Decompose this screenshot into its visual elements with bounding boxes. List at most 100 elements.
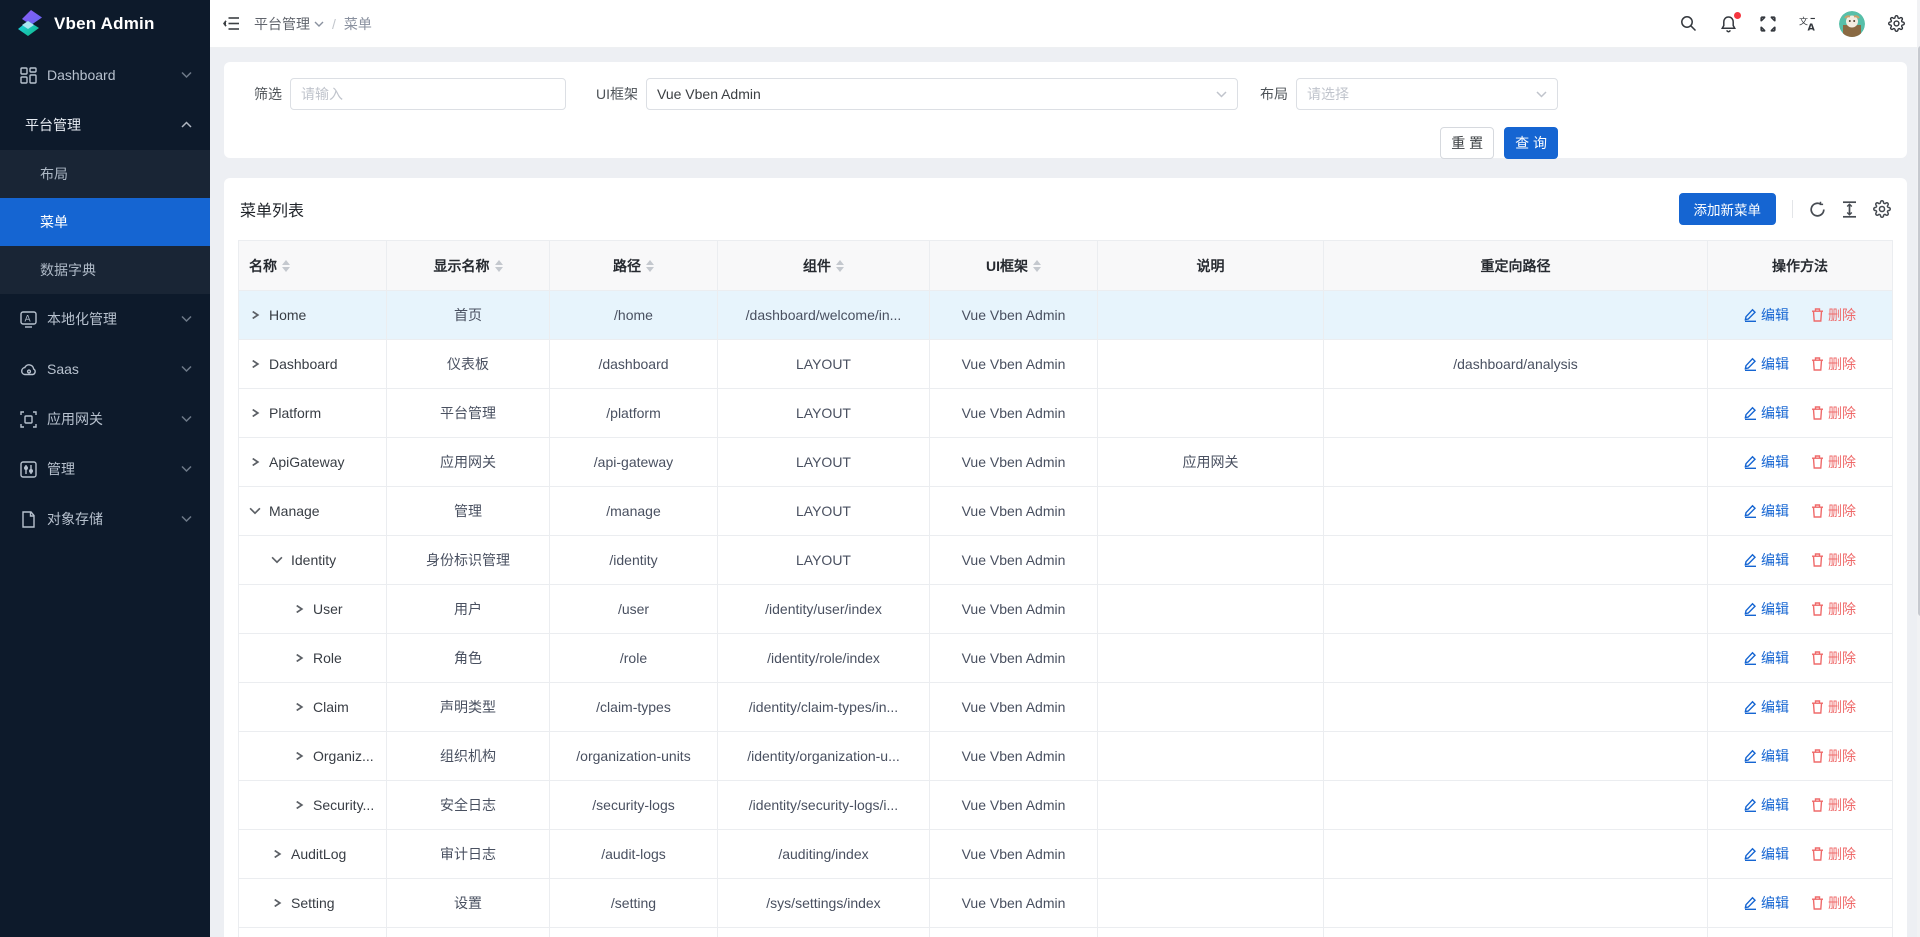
ui-framework-select[interactable]: Vue Vben Admin [646, 78, 1238, 110]
delete-button[interactable]: 删除 [1811, 403, 1856, 423]
delete-button[interactable]: 删除 [1811, 697, 1856, 717]
sidebar-item-gateway[interactable]: 应用网关 [0, 394, 210, 444]
table-row[interactable]: Role角色/role/identity/role/indexVue Vben … [239, 634, 1893, 683]
add-menu-button[interactable]: 添加新菜单 [1679, 193, 1777, 225]
query-button[interactable]: 查 询 [1504, 127, 1558, 159]
table-cell [550, 928, 718, 937]
trash-icon [1811, 406, 1824, 420]
delete-button[interactable]: 删除 [1811, 795, 1856, 815]
edit-button[interactable]: 编辑 [1744, 599, 1789, 619]
logo[interactable]: Vben Admin [0, 0, 210, 48]
expand-caret-icon[interactable] [293, 801, 305, 809]
column-header[interactable]: 名称 [239, 241, 387, 291]
fullscreen-icon[interactable] [1759, 15, 1777, 33]
expand-caret-icon[interactable] [249, 458, 261, 466]
filter-input[interactable] [290, 78, 566, 110]
bell-icon[interactable] [1719, 15, 1737, 33]
edit-button[interactable]: 编辑 [1744, 746, 1789, 766]
sidebar-item-dashboard[interactable]: Dashboard [0, 50, 210, 100]
table-row[interactable]: Setting设置/setting/sys/settings/indexVue … [239, 879, 1893, 928]
edit-button[interactable]: 编辑 [1744, 403, 1789, 423]
expand-caret-icon[interactable] [293, 752, 305, 760]
collapse-caret-icon[interactable] [271, 556, 283, 564]
layout-select[interactable]: 请选择 [1296, 78, 1558, 110]
expand-caret-icon[interactable] [271, 899, 283, 907]
column-header[interactable]: 显示名称 [387, 241, 550, 291]
sidebar-item-platform[interactable]: 平台管理 [0, 100, 210, 150]
edit-button[interactable]: 编辑 [1744, 501, 1789, 521]
edit-button[interactable]: 编辑 [1744, 354, 1789, 374]
table-row[interactable]: ApiGateway应用网关/api-gatewayLAYOUTVue Vben… [239, 438, 1893, 487]
table-cell: Vue Vben Admin [930, 487, 1098, 536]
sidebar-item-manage[interactable]: 管理 [0, 444, 210, 494]
delete-button[interactable]: 删除 [1811, 501, 1856, 521]
expand-caret-icon[interactable] [293, 654, 305, 662]
expand-caret-icon[interactable] [271, 850, 283, 858]
delete-button[interactable]: 删除 [1811, 452, 1856, 472]
sort-icon[interactable] [495, 260, 503, 272]
row-name: ApiGateway [269, 454, 344, 470]
delete-button[interactable]: 删除 [1811, 354, 1856, 374]
sort-icon[interactable] [1033, 260, 1041, 272]
sidebar-item-saas[interactable]: Saas [0, 344, 210, 394]
table-row[interactable]: Dashboard仪表板/dashboardLAYOUTVue Vben Adm… [239, 340, 1893, 389]
expand-caret-icon[interactable] [293, 703, 305, 711]
table-cell: /organization-units [550, 732, 718, 781]
avatar[interactable] [1839, 11, 1865, 37]
delete-button[interactable]: 删除 [1811, 893, 1856, 913]
table-row[interactable]: AuditLog审计日志/audit-logs/auditing/indexVu… [239, 830, 1893, 879]
delete-button[interactable]: 删除 [1811, 648, 1856, 668]
sidebar-subitem-layout[interactable]: 布局 [0, 150, 210, 198]
table-cell [387, 928, 550, 937]
delete-button[interactable]: 删除 [1811, 305, 1856, 325]
table-row[interactable]: Security...安全日志/security-logs/identity/s… [239, 781, 1893, 830]
table-row[interactable]: Organiz...组织机构/organization-units/identi… [239, 732, 1893, 781]
sidebar-subitem-menu[interactable]: 菜单 [0, 198, 210, 246]
collapse-caret-icon[interactable] [249, 507, 261, 515]
edit-button[interactable]: 编辑 [1744, 844, 1789, 864]
delete-button[interactable]: 删除 [1811, 844, 1856, 864]
gateway-icon [20, 411, 37, 428]
table-row[interactable]: Claim声明类型/claim-types/identity/claim-typ… [239, 683, 1893, 732]
sort-icon[interactable] [646, 260, 654, 272]
column-header[interactable]: 路径 [550, 241, 718, 291]
chevron-right-icon [271, 850, 283, 858]
delete-button[interactable]: 删除 [1811, 746, 1856, 766]
expand-caret-icon[interactable] [293, 605, 305, 613]
column-header[interactable]: UI框架 [930, 241, 1098, 291]
reset-button[interactable]: 重 置 [1440, 127, 1494, 159]
edit-button[interactable]: 编辑 [1744, 452, 1789, 472]
delete-button[interactable]: 删除 [1811, 550, 1856, 570]
edit-button[interactable]: 编辑 [1744, 893, 1789, 913]
sidebar-collapse-icon[interactable] [222, 15, 240, 33]
sidebar-item-storage[interactable]: 对象存储 [0, 494, 210, 544]
delete-button[interactable]: 删除 [1811, 599, 1856, 619]
sidebar-item-localization[interactable]: A本地化管理 [0, 294, 210, 344]
table-row[interactable]: User用户/user/identity/user/indexVue Vben … [239, 585, 1893, 634]
translate-icon[interactable]: 文 A [1799, 15, 1817, 33]
sidebar-item-label: Dashboard [47, 67, 171, 83]
edit-button[interactable]: 编辑 [1744, 550, 1789, 570]
search-icon[interactable] [1679, 15, 1697, 33]
breadcrumb-parent[interactable]: 平台管理 [254, 14, 324, 34]
settings-icon[interactable] [1887, 15, 1905, 33]
edit-button[interactable]: 编辑 [1744, 795, 1789, 815]
edit-button[interactable]: 编辑 [1744, 305, 1789, 325]
expand-caret-icon[interactable] [249, 311, 261, 319]
column-header[interactable]: 组件 [718, 241, 930, 291]
expand-caret-icon[interactable] [249, 409, 261, 417]
edit-button[interactable]: 编辑 [1744, 697, 1789, 717]
chevron-down-icon [181, 315, 192, 323]
refresh-icon[interactable] [1809, 201, 1826, 218]
table-row[interactable]: Identity身份标识管理/identityLAYOUTVue Vben Ad… [239, 536, 1893, 585]
sidebar-subitem-dict[interactable]: 数据字典 [0, 246, 210, 294]
table-row[interactable]: Platform平台管理/platformLAYOUTVue Vben Admi… [239, 389, 1893, 438]
sort-icon[interactable] [836, 260, 844, 272]
table-row[interactable]: Manage管理/manageLAYOUTVue Vben Admin编辑删除 [239, 487, 1893, 536]
edit-button[interactable]: 编辑 [1744, 648, 1789, 668]
expand-caret-icon[interactable] [249, 360, 261, 368]
column-settings-icon[interactable] [1873, 200, 1891, 218]
table-row[interactable]: Home首页/home/dashboard/welcome/in...Vue V… [239, 291, 1893, 340]
row-height-icon[interactable] [1842, 201, 1857, 218]
sort-icon[interactable] [282, 260, 290, 272]
